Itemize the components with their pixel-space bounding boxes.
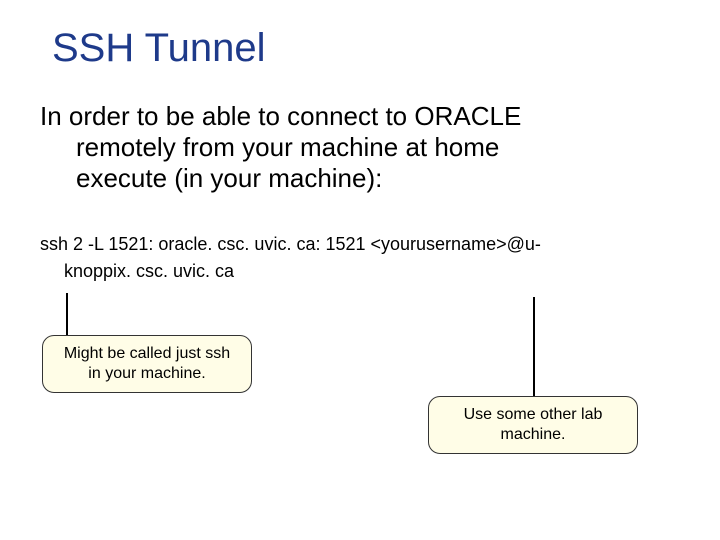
command-line-2: knoppix. csc. uvic. ca [64,258,680,285]
callout-left-line1: Might be called just ssh [57,344,237,364]
callout-ssh-name: Might be called just ssh in your machine… [42,335,252,393]
body-line-2: remotely from your machine at home [76,132,680,163]
body-line-1: In order to be able to connect to ORACLE [40,101,521,131]
slide-container: SSH Tunnel In order to be able to connec… [0,0,720,540]
callout-right-line2: machine. [443,425,623,445]
body-line-3: execute (in your machine): [76,163,680,194]
command-line-1: ssh 2 -L 1521: oracle. csc. uvic. ca: 15… [40,234,541,254]
callout-left-line2: in your machine. [57,364,237,384]
callout-lab-machine: Use some other lab machine. [428,396,638,454]
slide-title: SSH Tunnel [52,26,680,71]
ssh-command: ssh 2 -L 1521: oracle. csc. uvic. ca: 15… [40,231,680,285]
slide-body: In order to be able to connect to ORACLE… [40,101,680,195]
callout-connector-1 [66,293,68,335]
callout-connector-2 [533,297,535,396]
callout-right-line1: Use some other lab [443,405,623,425]
